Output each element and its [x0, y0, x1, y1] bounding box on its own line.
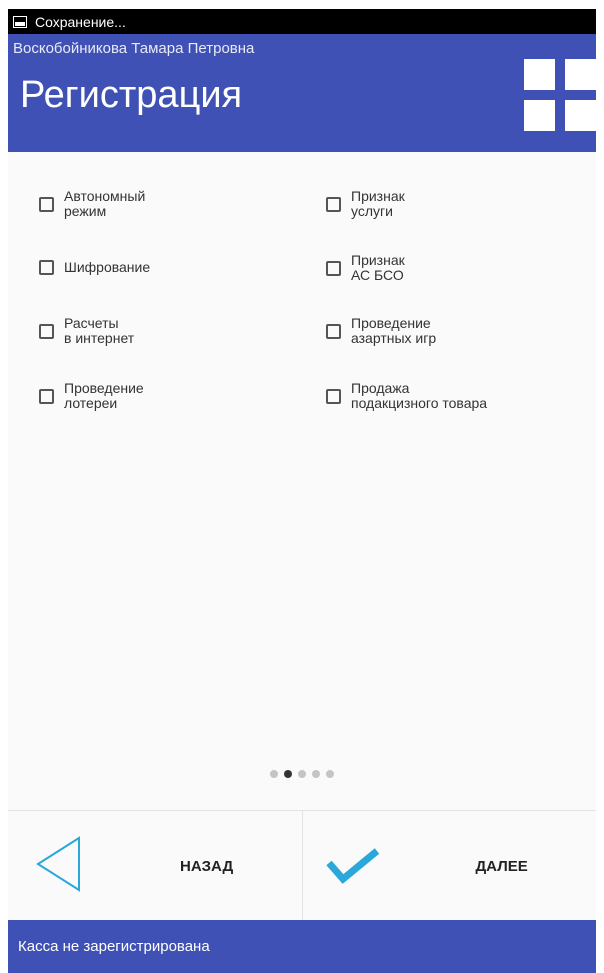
option-label: Проведение азартных игр: [351, 315, 437, 346]
page-dot[interactable]: [326, 770, 334, 778]
user-name: Воскобойникова Тамара Петровна: [13, 40, 255, 57]
page-title: Регистрация: [20, 74, 243, 116]
checkbox[interactable]: [326, 196, 341, 212]
checkbox[interactable]: [326, 260, 341, 276]
registration-status: Касса не зарегистрирована: [18, 938, 210, 955]
option-excise-goods[interactable]: Продажа подакцизного товара: [326, 381, 487, 411]
next-label: ДАЛЕЕ: [475, 858, 528, 875]
status-text: Сохранение...: [35, 13, 126, 30]
option-label: Признак услуги: [351, 188, 405, 219]
option-as-bso-sign[interactable]: Признак АС БСО: [326, 253, 405, 283]
option-label: Расчеты в интернет: [64, 315, 135, 346]
option-label: Автономный режим: [64, 188, 146, 219]
checkbox[interactable]: [39, 260, 54, 275]
next-button[interactable]: ДАЛЕЕ: [301, 811, 597, 921]
page-dot[interactable]: [270, 770, 278, 778]
checkbox[interactable]: [326, 323, 341, 339]
app-screen: Сохранение... Воскобойникова Тамара Петр…: [8, 9, 596, 973]
option-autonomous-mode[interactable]: Автономный режим: [39, 189, 145, 219]
option-encryption[interactable]: Шифрование: [39, 260, 150, 275]
option-internet-payments[interactable]: Расчеты в интернет: [39, 316, 134, 346]
option-label: Признак АС БСО: [351, 252, 405, 283]
page-dot-current[interactable]: [284, 770, 292, 778]
app-header: Воскобойникова Тамара Петровна Регистрац…: [8, 34, 596, 152]
grid-cell: [524, 59, 555, 90]
page-dot[interactable]: [298, 770, 306, 778]
option-lottery[interactable]: Проведение лотереи: [39, 381, 144, 411]
option-label: Продажа подакцизного товара: [351, 380, 488, 411]
menu-grid-icon[interactable]: [524, 59, 596, 131]
page-indicator: [8, 770, 596, 778]
option-label: Шифрование: [64, 259, 151, 275]
back-button[interactable]: НАЗАД: [8, 811, 302, 921]
option-gambling[interactable]: Проведение азартных игр: [326, 316, 436, 346]
checkbox[interactable]: [326, 388, 341, 404]
status-footer: Касса не зарегистрирована: [8, 920, 596, 973]
grid-cell: [565, 100, 596, 131]
back-label: НАЗАД: [180, 858, 234, 875]
option-service-sign[interactable]: Признак услуги: [326, 189, 405, 219]
grid-cell: [565, 59, 596, 90]
option-label: Проведение лотереи: [64, 380, 144, 411]
checkbox[interactable]: [39, 196, 54, 212]
checkbox[interactable]: [39, 388, 54, 404]
back-triangle-icon: [36, 836, 80, 892]
checkmark-icon: [325, 848, 379, 884]
checkbox[interactable]: [39, 323, 54, 339]
image-notification-icon: [13, 15, 27, 28]
status-bar: Сохранение...: [8, 9, 596, 34]
page-dot[interactable]: [312, 770, 320, 778]
navigation-buttons: НАЗАД ДАЛЕЕ: [8, 810, 596, 921]
grid-cell: [524, 100, 555, 131]
